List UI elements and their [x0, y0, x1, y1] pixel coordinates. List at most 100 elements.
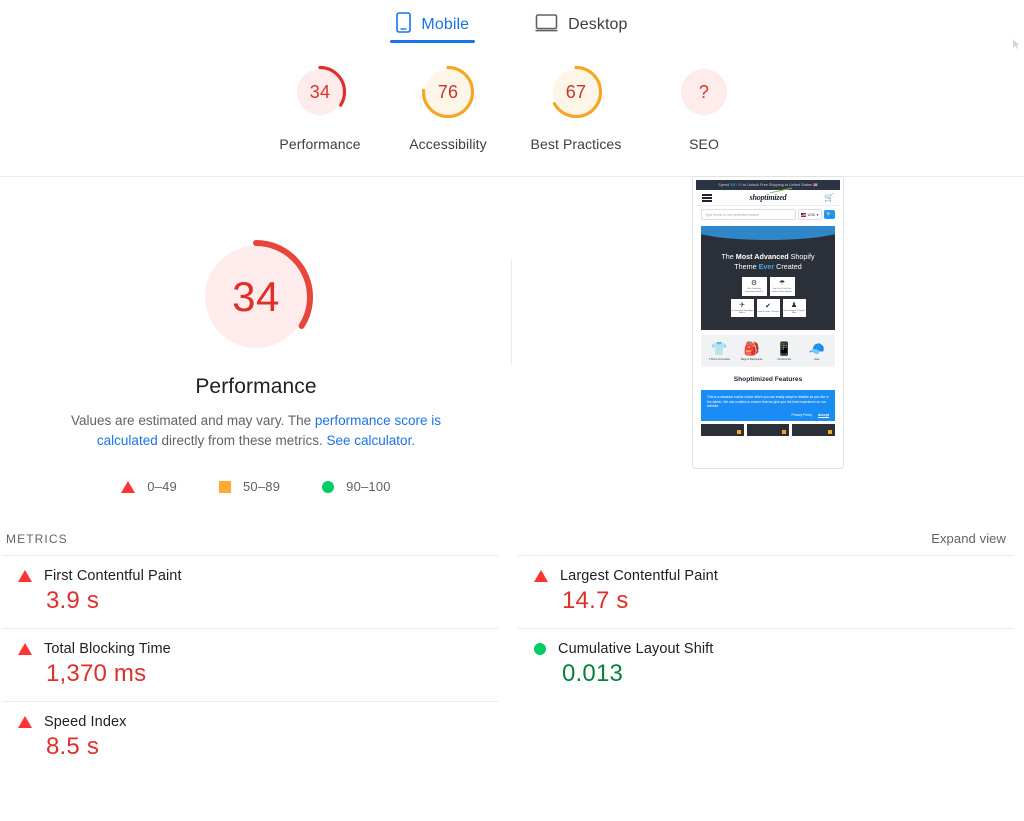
gauge-ring-seo: ?: [676, 64, 732, 120]
triangle-icon: [18, 643, 32, 655]
hero-l2b: Ever: [758, 261, 775, 271]
hero-l1a: The: [721, 252, 736, 262]
screenshot-content: Spend $50.00 to Unlock Free Shipping to …: [696, 180, 840, 465]
gauge-ring-accessibility: 76: [420, 64, 476, 120]
hero-feature-card: ✔ Loads In Under 1 Second: [756, 299, 780, 318]
metric-name: Total Blocking Time: [44, 641, 171, 657]
shop-search-bar: Type items/ to see predictive search USD…: [696, 206, 840, 225]
category-tile[interactable]: 🎒 Bags & Backpacks: [738, 342, 766, 361]
metric-heading: Total Blocking Time: [2, 641, 498, 657]
tab-mobile[interactable]: Mobile: [390, 2, 476, 43]
performance-overview: 34 Performance Values are estimated and …: [0, 176, 1024, 525]
metric-row[interactable]: Largest Contentful Paint 14.7 s: [518, 555, 1014, 628]
metric-name: First Contentful Paint: [44, 568, 182, 584]
cookie-notice-actions: Privacy Policy Accept: [707, 413, 829, 418]
category-score-strip: 34 Performance 76 Accessibility 67 Best …: [0, 64, 1024, 177]
shop-logo: shoptimized: [749, 193, 787, 203]
hamburger-menu-icon[interactable]: [702, 194, 712, 202]
metric-value: 1,370 ms: [46, 660, 147, 687]
desktop-icon: [535, 13, 558, 38]
hero-feature-card: ☂ Buy Once & Get Free Lifetime Theme Upd…: [769, 277, 795, 297]
expand-view-button[interactable]: Expand view: [931, 531, 1006, 546]
category-tile[interactable]: 🧢 Hats: [803, 342, 831, 361]
performance-score-value: 34: [232, 273, 280, 320]
gauge-value-performance: 34: [309, 81, 331, 102]
hero-l2a: Theme: [734, 261, 759, 271]
privacy-policy-link[interactable]: Privacy Policy: [791, 413, 812, 418]
product-tile: [792, 424, 835, 437]
tab-desktop[interactable]: Desktop: [529, 2, 633, 40]
gauge-value-accessibility: 76: [437, 81, 459, 102]
metric-value: 14.7 s: [562, 587, 629, 614]
circle-icon: [322, 480, 335, 493]
score-gauge-seo[interactable]: ? SEO: [640, 64, 768, 152]
description-middle: directly from these metrics.: [157, 433, 327, 448]
metric-value: 0.013: [562, 660, 624, 687]
search-icon[interactable]: 🔍: [824, 210, 835, 220]
gauge-ring-best-practices: 67: [548, 64, 604, 120]
category-tile[interactable]: 👕 T-Shirts & Hoodies: [705, 342, 733, 361]
pagespeed-report: Mobile Desktop 34 Performance 76 Accessi…: [0, 0, 1024, 821]
support-icon: ♟: [790, 301, 798, 309]
umbrella-icon: ☂: [778, 280, 786, 288]
score-gauge-best-practices[interactable]: 67 Best Practices: [512, 64, 640, 152]
hero-card-label: Buy Once & Get Free Lifetime Theme Updat…: [771, 288, 793, 293]
shop-category-row: 👕 T-Shirts & Hoodies 🎒 Bags & Backpacks …: [701, 335, 835, 368]
metric-heading: Cumulative Layout Shift: [518, 641, 1014, 657]
score-gauge-performance[interactable]: 34 Performance: [256, 64, 384, 152]
gauge-value-best-practices: 67: [565, 81, 587, 102]
legend-label-fail: 0–49: [147, 479, 177, 494]
shop-product-strip: [701, 424, 835, 437]
metric-row[interactable]: First Contentful Paint 3.9 s: [2, 555, 498, 628]
form-factor-tabs: Mobile Desktop: [0, 0, 1024, 48]
tab-mobile-label: Mobile: [421, 16, 470, 33]
cookie-notice-text: This is a standard cookie notice which y…: [707, 395, 829, 409]
metric-value: 3.9 s: [46, 587, 100, 614]
promo-amount: $50.00: [730, 183, 742, 188]
metric-row[interactable]: Total Blocking Time 1,370 ms: [2, 628, 498, 701]
product-tile: [746, 424, 790, 437]
triangle-icon: [534, 570, 548, 582]
legend-label-average: 50–89: [242, 479, 281, 494]
cookie-accept-button[interactable]: Accept: [818, 413, 829, 418]
category-label: T-Shirts & Hoodies: [708, 357, 731, 361]
metric-name: Largest Contentful Paint: [560, 568, 718, 584]
hero-l1b: Most Advanced: [735, 252, 789, 262]
gauge-caption-performance: Performance: [279, 136, 361, 152]
circle-icon: [534, 643, 546, 655]
metric-row[interactable]: Speed Index 8.5 s: [2, 701, 498, 774]
metrics-column-right: Largest Contentful Paint 14.7 s Cumulati…: [518, 555, 1014, 774]
metric-name: Cumulative Layout Shift: [558, 641, 714, 657]
shop-promo-banner: Spend $50.00 to Unlock Free Shipping to …: [696, 180, 840, 191]
rocket-icon: ✈: [739, 301, 745, 309]
metric-row[interactable]: Cumulative Layout Shift 0.013: [518, 628, 1014, 701]
category-tile[interactable]: 📱 Accessories: [770, 342, 798, 361]
chevron-down-icon: ▾: [816, 212, 819, 217]
hero-feature-card: ✈ No Conversion Killing Apps Build In: [730, 299, 754, 318]
backpack-icon: 🎒: [743, 341, 760, 357]
shop-search-input[interactable]: Type items/ to see predictive search: [701, 209, 796, 221]
shop-header: shoptimized 🛒: [696, 190, 840, 207]
category-label: Hats: [814, 357, 820, 361]
score-legend: 0–49 50–89 90–100: [121, 479, 391, 494]
score-gauge-accessibility[interactable]: 76 Accessibility: [384, 64, 512, 152]
metrics-header: METRICS Expand view: [0, 531, 1024, 546]
shop-features-heading: Shoptimized Features: [733, 376, 803, 384]
triangle-icon: [121, 480, 136, 493]
cart-icon[interactable]: 🛒: [824, 193, 834, 202]
us-flag-icon: [801, 213, 807, 217]
gauge-caption-best-practices: Best Practices: [530, 136, 622, 152]
currency-label: USD: [807, 212, 816, 217]
legend-item-pass: 90–100: [322, 479, 391, 494]
see-calculator-link[interactable]: See calculator.: [327, 433, 416, 448]
currency-selector[interactable]: USD ▾: [797, 209, 822, 221]
mobile-screenshot-thumbnail[interactable]: Spend $50.00 to Unlock Free Shipping to …: [692, 176, 844, 469]
tab-desktop-label: Desktop: [568, 16, 628, 33]
mouse-cursor: [1013, 36, 1020, 49]
cookie-notice: This is a standard cookie notice which y…: [701, 390, 835, 422]
hero-l1c: Shopify: [788, 252, 815, 262]
metric-heading: Largest Contentful Paint: [518, 568, 1014, 584]
hero-headline: The Most Advanced Shopify Theme Ever Cre…: [721, 252, 814, 271]
tshirt-icon: 👕: [711, 341, 728, 357]
promo-suffix: to Unlock Free Shipping to United States: [741, 183, 814, 188]
